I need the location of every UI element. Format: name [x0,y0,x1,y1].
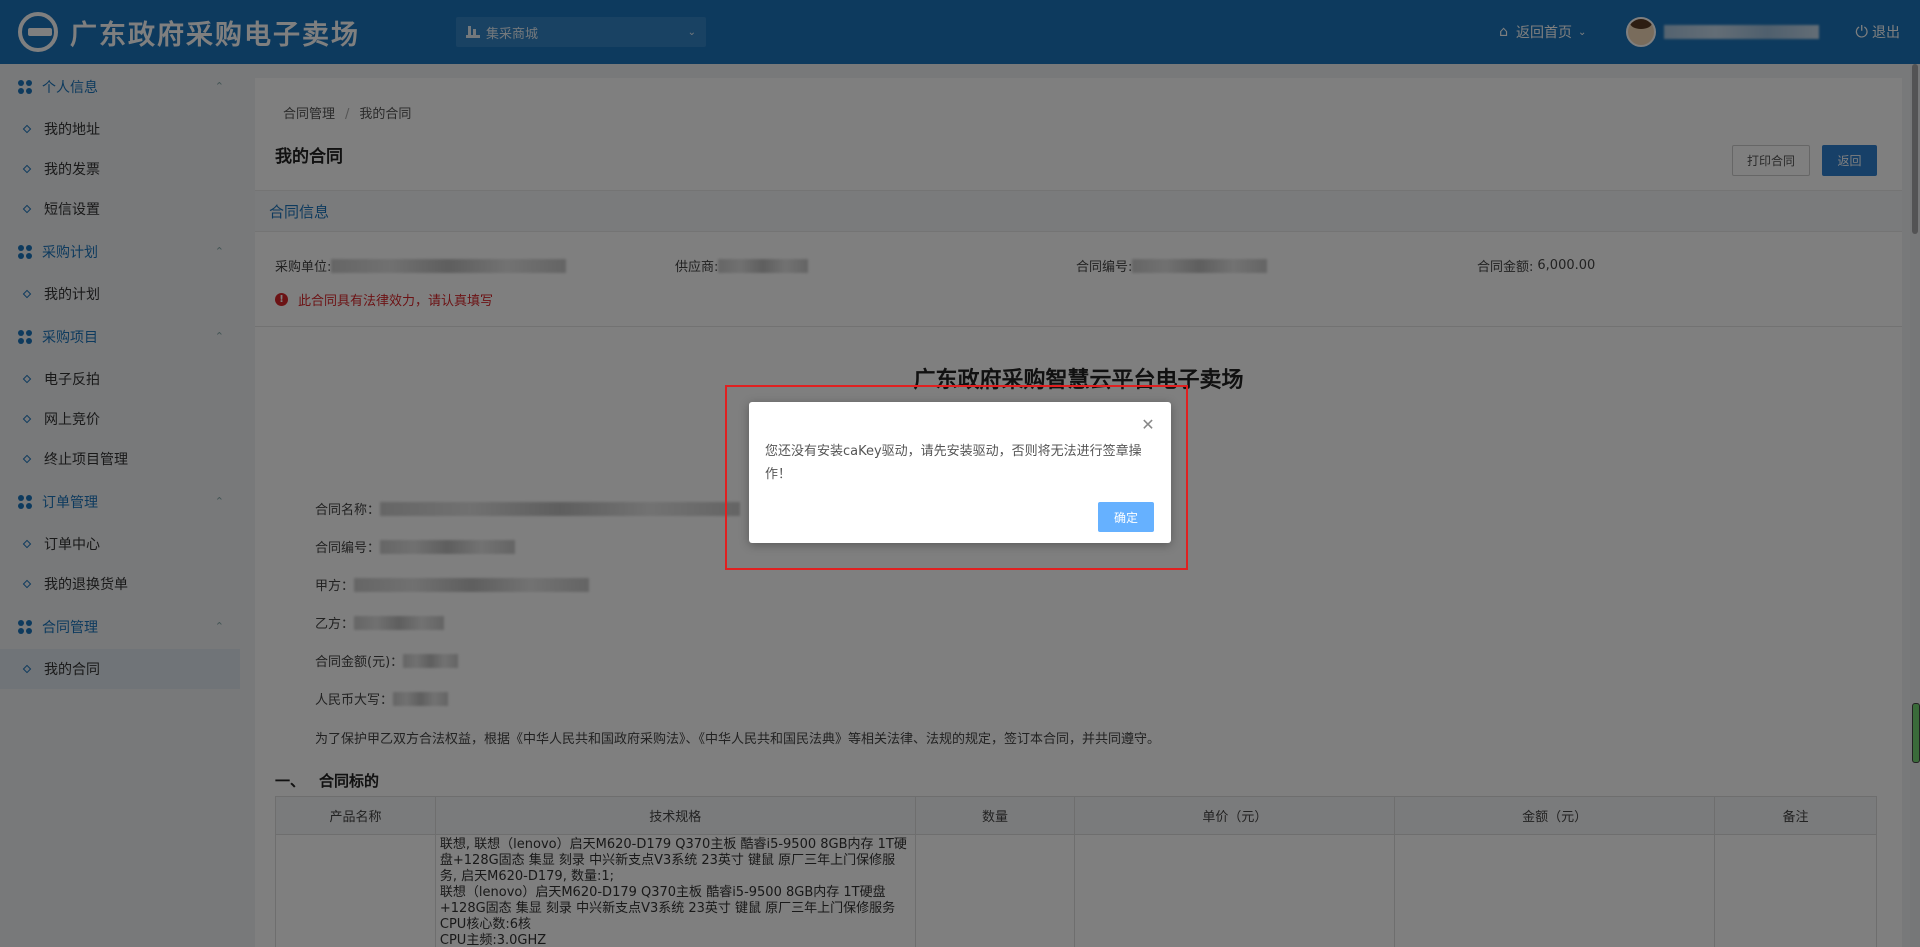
cakey-driver-dialog: ✕ 您还没有安装caKey驱动，请先安装驱动，否则将无法进行签章操作！ 确定 [749,402,1171,543]
dialog-message: 您还没有安装caKey驱动，请先安装驱动，否则将无法进行签章操作！ [765,444,1142,482]
confirm-button[interactable]: 确定 [1098,502,1154,532]
side-indicator [1912,703,1920,763]
close-icon[interactable]: ✕ [1141,417,1155,433]
